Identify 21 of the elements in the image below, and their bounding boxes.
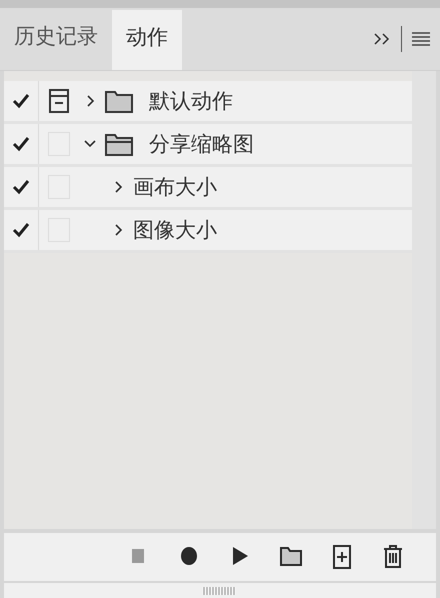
action-name: 画布大小 (133, 174, 217, 201)
checkmark-icon[interactable] (12, 93, 30, 109)
panel-tab[interactable]: 历史记录 (0, 8, 112, 70)
action-name: 图像大小 (133, 217, 217, 244)
action-set-name: 分享缩略图 (149, 131, 254, 158)
dialog-toggle-icon[interactable] (49, 89, 69, 113)
folder-icon (105, 89, 133, 113)
action-set-name: 默认动作 (149, 88, 233, 115)
checkmark-icon[interactable] (12, 136, 30, 152)
checkmark-icon[interactable] (12, 179, 30, 195)
panel-tab[interactable]: 动作 (112, 10, 182, 70)
action-set-row[interactable]: 默认动作 (4, 81, 412, 124)
action-row[interactable]: 画布大小 (4, 167, 412, 210)
action-set-row[interactable]: 分享缩略图 (4, 124, 412, 167)
action-row[interactable]: 图像大小 (4, 210, 412, 253)
menu-icon[interactable] (412, 31, 430, 47)
resize-grip-icon[interactable] (203, 587, 237, 595)
folder-icon (105, 132, 133, 156)
double-chevron-icon[interactable] (373, 32, 391, 46)
scrollbar-track[interactable] (412, 71, 436, 529)
checkmark-icon[interactable] (12, 222, 30, 238)
